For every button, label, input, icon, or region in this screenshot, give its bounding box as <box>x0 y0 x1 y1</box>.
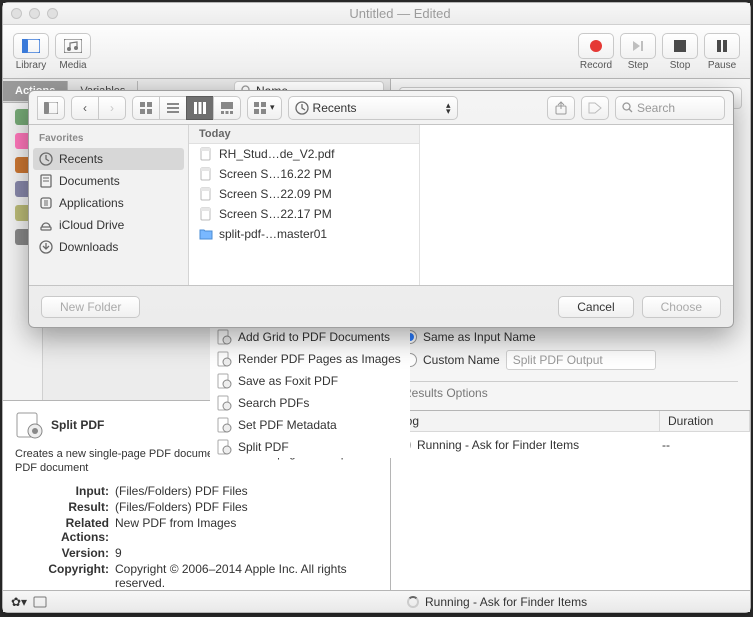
minimize-window-button[interactable] <box>29 8 40 19</box>
favorite-recents[interactable]: Recents <box>33 148 184 170</box>
footer-bar: ✿▾ Running - Ask for Finder Items <box>3 590 750 612</box>
info-key: Input: <box>15 484 109 498</box>
info-value: 9 <box>115 546 378 560</box>
pdf-action-icon <box>216 329 232 345</box>
favorites-header: Favorites <box>29 129 188 148</box>
info-key: Copyright: <box>15 562 109 590</box>
file-item[interactable]: Screen S…22.09 PM <box>189 184 419 204</box>
tags-button[interactable] <box>581 96 609 120</box>
info-key: Result: <box>15 500 109 514</box>
window-controls <box>11 8 58 19</box>
action-item[interactable]: Render PDF Pages as Images <box>210 348 390 370</box>
picker-search[interactable]: Search <box>615 96 725 120</box>
pause-button[interactable]: Pause <box>704 33 740 71</box>
close-window-button[interactable] <box>11 8 22 19</box>
title-bar: Untitled — Edited <box>3 3 750 25</box>
action-item[interactable]: Search PDFs <box>210 392 390 400</box>
media-label: Media <box>59 60 86 71</box>
gallery-view-button[interactable] <box>213 96 241 120</box>
file-item[interactable]: RH_Stud…de_V2.pdf <box>189 144 419 164</box>
preview-column <box>419 125 733 285</box>
document-icon <box>199 187 213 201</box>
custom-name-option[interactable]: Custom Name Split PDF Output <box>403 347 738 373</box>
custom-name-field[interactable]: Split PDF Output <box>506 350 656 370</box>
gear-menu-icon[interactable]: ✿▾ <box>11 595 27 609</box>
library-button[interactable]: Library <box>13 33 49 71</box>
picker-footer: New Folder Cancel Choose <box>29 285 733 327</box>
sidebar-icon <box>39 240 53 254</box>
info-key: Related Actions: <box>15 516 109 544</box>
file-item[interactable]: Screen S…16.22 PM <box>189 164 419 184</box>
action-item[interactable]: Add Grid to PDF Documents <box>210 326 390 348</box>
clock-icon <box>295 101 309 115</box>
forward-button[interactable]: › <box>98 96 126 120</box>
window-title: Untitled — Edited <box>58 6 742 21</box>
info-value: New PDF from Images <box>115 516 378 544</box>
sidebar-icon <box>39 218 53 232</box>
file-group-header: Today <box>189 125 419 144</box>
spinner-icon <box>407 596 419 608</box>
log-col-log[interactable]: Log <box>391 411 660 431</box>
document-icon <box>199 207 213 221</box>
column-view-button[interactable] <box>186 96 214 120</box>
favorite-applications[interactable]: Applications <box>29 192 188 214</box>
file-item[interactable]: split-pdf-…master01 <box>189 224 419 244</box>
main-toolbar: Library Media Record Step Stop Pause <box>3 25 750 79</box>
new-folder-button[interactable]: New Folder <box>41 296 140 318</box>
library-label: Library <box>16 60 47 71</box>
sidebar-icon <box>39 196 53 210</box>
group-by-button[interactable]: ▾ <box>247 96 282 120</box>
sidebar-toggle[interactable] <box>37 96 65 120</box>
search-icon <box>622 102 633 113</box>
document-icon <box>199 167 213 181</box>
step-button[interactable]: Step <box>620 33 656 71</box>
log-col-duration[interactable]: Duration <box>660 411 750 431</box>
file-picker-sheet: ‹ › ▾ Recents ▴▾ Search Favorites Recent… <box>28 90 734 328</box>
document-icon <box>199 147 213 161</box>
log-row: Running - Ask for Finder Items -- <box>391 432 750 458</box>
media-button[interactable]: Media <box>55 33 91 71</box>
folder-icon <box>199 227 213 241</box>
list-view-button[interactable] <box>159 96 187 120</box>
pdf-action-icon <box>216 351 232 367</box>
stop-button[interactable]: Stop <box>662 33 698 71</box>
picker-toolbar: ‹ › ▾ Recents ▴▾ Search <box>29 91 733 125</box>
choose-button[interactable]: Choose <box>642 296 721 318</box>
pdf-action-icon <box>216 373 232 389</box>
pdf-action-icon <box>216 395 232 400</box>
picker-sidebar: Favorites RecentsDocumentsApplicationsiC… <box>29 125 189 285</box>
nav-back-forward: ‹ › <box>71 96 126 120</box>
zoom-window-button[interactable] <box>47 8 58 19</box>
quicklook-icon[interactable] <box>33 596 47 608</box>
sidebar-icon <box>39 174 53 188</box>
favorite-documents[interactable]: Documents <box>29 170 188 192</box>
same-name-option[interactable]: Same as Input Name <box>403 327 738 347</box>
view-mode-segment <box>132 96 241 120</box>
file-item[interactable]: Screen S…22.17 PM <box>189 204 419 224</box>
file-column: Today RH_Stud…de_V2.pdfScreen S…16.22 PM… <box>189 125 419 285</box>
back-button[interactable]: ‹ <box>71 96 99 120</box>
pdf-action-icon <box>15 411 43 439</box>
info-key: Version: <box>15 546 109 560</box>
location-popup[interactable]: Recents ▴▾ <box>288 96 458 120</box>
footer-status: Running - Ask for Finder Items <box>425 595 587 609</box>
favorite-downloads[interactable]: Downloads <box>29 236 188 258</box>
action-item[interactable]: Save as Foxit PDF <box>210 370 390 392</box>
sidebar-icon <box>39 152 53 166</box>
share-button[interactable] <box>547 96 575 120</box>
info-value: (Files/Folders) PDF Files <box>115 500 378 514</box>
results-options[interactable]: Results Options <box>403 381 738 400</box>
log-panel: Log Duration Running - Ask for Finder It… <box>391 410 750 590</box>
info-value: Copyright © 2006–2014 Apple Inc. All rig… <box>115 562 378 590</box>
info-value: (Files/Folders) PDF Files <box>115 484 378 498</box>
favorite-icloud-drive[interactable]: iCloud Drive <box>29 214 188 236</box>
icon-view-button[interactable] <box>132 96 160 120</box>
record-button[interactable]: Record <box>578 33 614 71</box>
cancel-button[interactable]: Cancel <box>558 296 633 318</box>
